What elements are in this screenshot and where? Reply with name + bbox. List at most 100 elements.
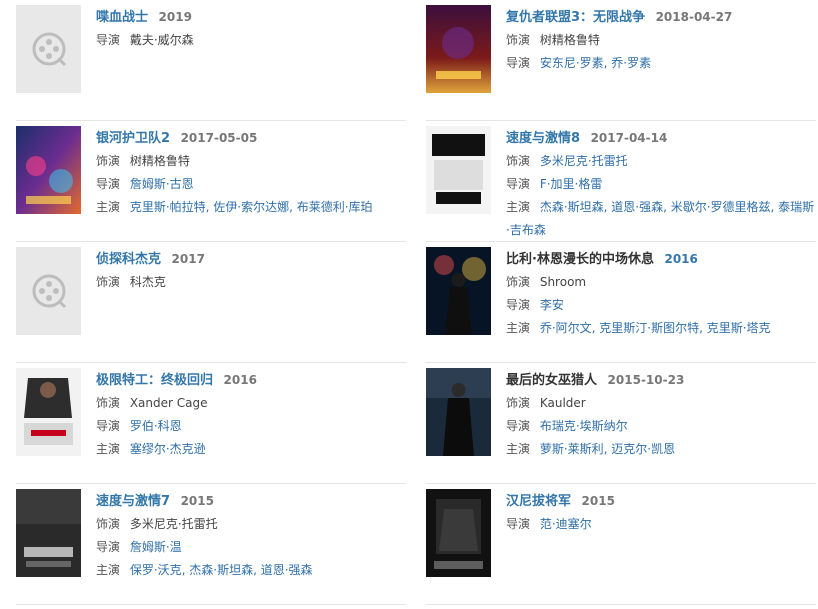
film-role-value: Shroom	[539, 275, 587, 289]
film-role-row: 饰演 科杰克	[96, 271, 406, 294]
film-director-label: 导演	[506, 419, 531, 433]
film-title-link[interactable]: 比利·林恩漫长的中场休息	[506, 252, 654, 267]
film-role-row: 饰演 树精格鲁特	[506, 29, 816, 52]
film-director-label: 导演	[506, 177, 531, 191]
film-director-label: 导演	[506, 298, 531, 312]
film-placeholder-icon[interactable]	[16, 5, 81, 93]
film-role-label: 饰演	[96, 517, 121, 531]
film-director-row: 导演 范·迪塞尔	[506, 513, 816, 536]
film-role-label: 饰演	[506, 275, 531, 289]
film-director-row: 导演 F·加里·格雷	[506, 173, 816, 196]
filmography-grid: 喋血战士 2019 导演 戴夫·威尔森 银河护卫队2 2017-05-05 饰演…	[0, 0, 818, 609]
film-date: 2018-04-27	[655, 10, 733, 24]
film-role-value: Xander Cage	[129, 396, 208, 410]
film-cast-row: 主演 保罗·沃克, 杰森·斯坦森, 道恩·强森	[96, 559, 406, 582]
film-role-value: 戴夫·威尔森	[129, 33, 194, 47]
film-poster[interactable]	[426, 126, 491, 214]
film-poster[interactable]	[426, 5, 491, 93]
film-date: 2017-04-14	[590, 131, 668, 145]
film-director-label: 导演	[96, 419, 121, 433]
film-title-link[interactable]: 速度与激情7	[96, 494, 170, 509]
film-director-row: 导演 李安	[506, 294, 816, 317]
film-role-value: 科杰克	[129, 275, 166, 289]
film-director-label: 导演	[506, 56, 531, 70]
film-role-label: 饰演	[506, 396, 531, 410]
film-cast-links[interactable]: 塞缪尔·杰克逊	[130, 442, 206, 456]
film-poster[interactable]	[426, 368, 491, 456]
film-cast-links[interactable]: 乔·阿尔文, 克里斯汀·斯图尔特, 克里斯·塔克	[540, 321, 771, 335]
film-director-label: 导演	[96, 540, 121, 554]
film-role-row: 饰演 Shroom	[506, 271, 816, 294]
film-item: 极限特工：终极回归 2016 饰演 Xander Cage 导演 罗伯·科恩 主…	[16, 363, 406, 484]
film-date: 2015	[180, 494, 214, 508]
film-cast-links[interactable]: 杰森·斯坦森, 道恩·强森, 米歇尔·罗德里格兹, 泰瑞斯·吉布森	[506, 200, 814, 237]
film-role-value: Kaulder	[539, 396, 586, 410]
film-role-label: 饰演	[96, 396, 121, 410]
left-column: 喋血战士 2019 导演 戴夫·威尔森 银河护卫队2 2017-05-05 饰演…	[16, 0, 406, 605]
film-item: 汉尼拔将军 2015 导演 范·迪塞尔	[426, 484, 816, 605]
film-title-link[interactable]: 喋血战士	[96, 10, 148, 25]
film-date: 2015-10-23	[607, 373, 685, 387]
film-role-link[interactable]: 多米尼克·托雷托	[540, 154, 628, 168]
film-director-link[interactable]: F·加里·格雷	[540, 177, 603, 191]
film-date: 2016	[223, 373, 257, 387]
film-item: 比利·林恩漫长的中场休息 2016 饰演 Shroom 导演 李安 主演 乔·阿…	[426, 242, 816, 363]
film-director-link[interactable]: 詹姆斯·古恩	[130, 177, 194, 191]
film-item: 喋血战士 2019 导演 戴夫·威尔森	[16, 0, 406, 121]
film-item: 速度与激情7 2015 饰演 多米尼克·托雷托 导演 詹姆斯·温 主演 保罗·沃…	[16, 484, 406, 605]
film-placeholder-icon[interactable]	[16, 247, 81, 335]
film-role-row: 饰演 Xander Cage	[96, 392, 406, 415]
film-poster[interactable]	[426, 247, 491, 335]
film-director-link[interactable]: 詹姆斯·温	[130, 540, 182, 554]
film-date: 2017-05-05	[180, 131, 258, 145]
film-title-link[interactable]: 侦探科杰克	[96, 252, 161, 267]
film-role-row: 饰演 多米尼克·托雷托	[506, 150, 816, 173]
film-role-label: 饰演	[506, 33, 531, 47]
film-cast-links[interactable]: 保罗·沃克, 杰森·斯坦森, 道恩·强森	[130, 563, 313, 577]
film-director-links[interactable]: 安东尼·罗素, 乔·罗素	[540, 56, 651, 70]
film-role-value: 树精格鲁特	[129, 154, 190, 168]
film-director-row: 导演 罗伯·科恩	[96, 415, 406, 438]
film-item: 银河护卫队2 2017-05-05 饰演 树精格鲁特 导演 詹姆斯·古恩 主演 …	[16, 121, 406, 242]
film-title-link[interactable]: 极限特工：终极回归	[96, 373, 213, 388]
film-role-row: 饰演 树精格鲁特	[96, 150, 406, 173]
film-director-row: 导演 詹姆斯·古恩	[96, 173, 406, 196]
film-director-link[interactable]: 布瑞克·埃斯纳尔	[540, 419, 628, 433]
film-title-link[interactable]: 最后的女巫猎人	[506, 373, 597, 388]
film-poster[interactable]	[16, 489, 81, 577]
film-director-link[interactable]: 罗伯·科恩	[130, 419, 182, 433]
film-cast-label: 主演	[96, 442, 121, 456]
film-cast-row: 主演 塞缪尔·杰克逊	[96, 438, 406, 461]
film-item: 最后的女巫猎人 2015-10-23 饰演 Kaulder 导演 布瑞克·埃斯纳…	[426, 363, 816, 484]
film-title-link[interactable]: 银河护卫队2	[96, 131, 170, 146]
film-cast-links[interactable]: 萝斯·莱斯利, 迈克尔·凯恩	[540, 442, 675, 456]
film-role-label: 饰演	[96, 275, 121, 289]
film-role-value: 树精格鲁特	[539, 33, 600, 47]
film-poster[interactable]	[16, 368, 81, 456]
film-role-row: 导演 戴夫·威尔森	[96, 29, 406, 52]
film-item: 侦探科杰克 2017 饰演 科杰克	[16, 242, 406, 363]
film-date: 2016	[664, 252, 698, 266]
film-title-link[interactable]: 速度与激情8	[506, 131, 580, 146]
film-cast-label: 主演	[96, 563, 121, 577]
right-column: 复仇者联盟3：无限战争 2018-04-27 饰演 树精格鲁特 导演 安东尼·罗…	[426, 0, 816, 605]
film-director-label: 导演	[506, 517, 531, 531]
film-cast-row: 主演 杰森·斯坦森, 道恩·强森, 米歇尔·罗德里格兹, 泰瑞斯·吉布森	[506, 196, 816, 242]
film-director-row: 导演 安东尼·罗素, 乔·罗素	[506, 52, 816, 75]
film-director-label: 导演	[96, 177, 121, 191]
film-role-label: 导演	[96, 33, 121, 47]
film-director-link[interactable]: 李安	[540, 298, 564, 312]
film-role-label: 饰演	[96, 154, 121, 168]
film-cast-links[interactable]: 克里斯·帕拉特, 佐伊·索尔达娜, 布莱德利·库珀	[130, 200, 373, 214]
film-role-row: 饰演 多米尼克·托雷托	[96, 513, 406, 536]
film-title-link[interactable]: 汉尼拔将军	[506, 494, 571, 509]
film-date: 2015	[581, 494, 615, 508]
film-director-link[interactable]: 范·迪塞尔	[540, 517, 592, 531]
film-cast-row: 主演 克里斯·帕拉特, 佐伊·索尔达娜, 布莱德利·库珀	[96, 196, 406, 219]
film-title-link[interactable]: 复仇者联盟3：无限战争	[506, 10, 645, 25]
film-poster[interactable]	[426, 489, 491, 577]
film-item: 复仇者联盟3：无限战争 2018-04-27 饰演 树精格鲁特 导演 安东尼·罗…	[426, 0, 816, 121]
film-poster[interactable]	[16, 126, 81, 214]
film-director-row: 导演 布瑞克·埃斯纳尔	[506, 415, 816, 438]
film-cast-row: 主演 萝斯·莱斯利, 迈克尔·凯恩	[506, 438, 816, 461]
